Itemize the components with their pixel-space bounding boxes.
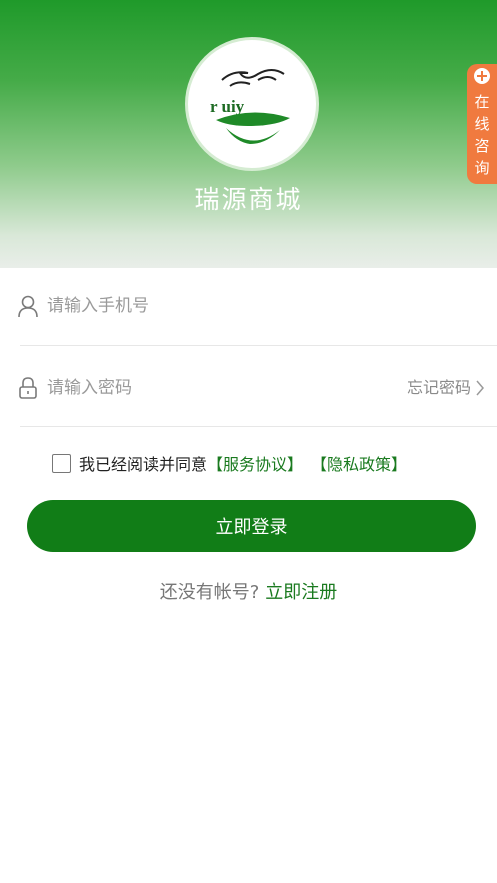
consult-char: 线 <box>474 115 490 133</box>
logo-icon: r uiy <box>210 69 290 144</box>
consult-char: 咨 <box>474 137 490 155</box>
divider <box>20 345 497 346</box>
register-link[interactable]: 立即注册 <box>265 582 337 603</box>
agreement-checkbox[interactable] <box>52 453 71 473</box>
agreement-prefix: 我已经阅读并同意 <box>79 455 208 474</box>
consult-char: 询 <box>474 159 490 177</box>
forgot-password-link[interactable]: 忘记密码 <box>407 376 487 400</box>
forgot-password-label: 忘记密码 <box>406 378 471 397</box>
plus-icon <box>474 68 490 84</box>
phone-row <box>0 276 497 336</box>
register-prompt: 还没有帐号? <box>159 582 260 603</box>
header-banner: r uiy 瑞源商城 <box>0 0 497 268</box>
chevron-right-icon <box>476 380 484 396</box>
phone-input[interactable] <box>47 291 377 321</box>
register-row: 还没有帐号? 立即注册 <box>0 578 497 604</box>
online-consult-label: 在线咨询 <box>467 91 497 179</box>
divider <box>20 426 497 427</box>
lock-icon <box>19 377 37 399</box>
user-icon <box>18 295 38 318</box>
consult-char: 在 <box>474 93 490 111</box>
app-name: 瑞源商城 <box>194 185 303 214</box>
login-button[interactable]: 立即登录 <box>27 500 476 552</box>
password-row: 忘记密码 <box>0 358 497 418</box>
privacy-policy-link[interactable]: 【隐私政策】 <box>311 451 407 475</box>
online-consult-button[interactable]: 在线咨询 <box>467 64 497 184</box>
agreement-row: 我已经阅读并同意 【服务协议】 【隐私政策】 <box>52 449 407 477</box>
logo-text: r uiy <box>210 97 245 116</box>
service-agreement-link[interactable]: 【服务协议】 <box>207 451 303 475</box>
app-logo: r uiy <box>188 40 316 168</box>
password-input[interactable] <box>47 373 377 403</box>
